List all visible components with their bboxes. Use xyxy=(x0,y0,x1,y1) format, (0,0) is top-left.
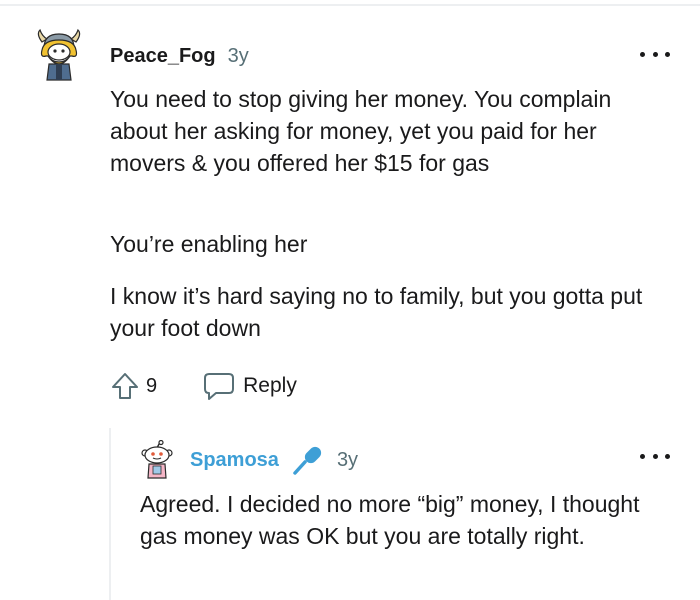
comment-timestamp: 3y xyxy=(227,44,249,67)
top-divider xyxy=(0,4,700,6)
username-link[interactable]: Spamosa xyxy=(190,449,279,472)
more-options-dot xyxy=(665,51,670,57)
comment-paragraph: You’re enabling her xyxy=(110,231,308,257)
user-avatar-icon[interactable] xyxy=(140,439,174,480)
comment-actions: 9 Reply xyxy=(110,368,297,404)
more-options-icon xyxy=(640,453,645,459)
username-link[interactable]: Peace_Fog xyxy=(110,45,216,68)
user-avatar-icon[interactable] xyxy=(32,28,86,82)
reply-header: Spamosa 3y xyxy=(190,444,359,476)
more-options-icon xyxy=(640,51,645,57)
comment-paragraph: You need to stop giving her money. You c… xyxy=(110,86,612,176)
reply-paragraph: Agreed. I decided no more “big” money, I… xyxy=(140,491,640,549)
more-options-button[interactable] xyxy=(640,44,670,64)
upvote-arrow-icon xyxy=(112,373,138,399)
upvote-button[interactable]: 9 xyxy=(110,371,157,401)
reply-label: Reply xyxy=(243,374,297,397)
vote-count: 9 xyxy=(146,374,158,397)
more-options-button[interactable] xyxy=(640,446,670,466)
thread-line[interactable] xyxy=(109,428,111,600)
comment-header: Peace_Fog 3y xyxy=(110,42,249,70)
microphone-icon xyxy=(291,444,323,476)
reply-timestamp: 3y xyxy=(336,448,359,471)
comment-paragraph: I know it’s hard saying no to family, bu… xyxy=(110,283,643,341)
more-options-dot xyxy=(652,51,658,57)
reply-button[interactable]: Reply xyxy=(203,371,297,401)
speech-bubble-icon xyxy=(204,373,235,400)
more-options-dot xyxy=(665,453,670,459)
more-options-dot xyxy=(652,453,658,459)
